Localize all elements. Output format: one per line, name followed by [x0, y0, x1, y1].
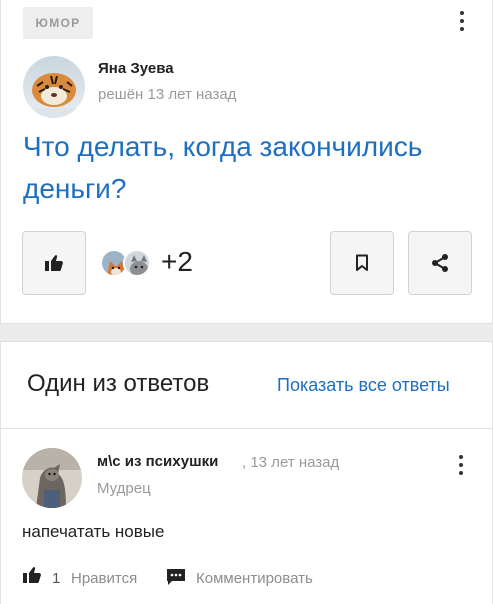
likers-extra-count[interactable]: +2	[161, 246, 193, 278]
answer-timestamp: , 13 лет назад	[242, 454, 340, 471]
question-status: решён 13 лет назад	[98, 86, 237, 103]
answer-like-button[interactable]	[22, 566, 42, 584]
share-icon	[432, 254, 448, 272]
answer-text: напечатать новые	[22, 522, 165, 541]
answer-author-name[interactable]: м\с из психушки	[97, 453, 218, 470]
comment-icon[interactable]	[166, 568, 186, 591]
bookmark-button[interactable]	[330, 231, 394, 295]
answers-heading: Один из ответов	[27, 370, 210, 397]
divider	[0, 428, 493, 429]
show-all-answers-link[interactable]: Показать все ответы	[277, 375, 450, 396]
answer-menu-icon[interactable]	[452, 453, 470, 477]
answer-like-label[interactable]: Нравится	[71, 570, 137, 587]
category-badge[interactable]: ЮМОР	[23, 7, 93, 39]
question-title[interactable]: Что делать, когда закончились деньги?	[23, 126, 483, 210]
share-button[interactable]	[408, 231, 472, 295]
answer-author-avatar[interactable]	[22, 448, 82, 508]
answer-author-rank: Мудрец	[97, 480, 151, 497]
like-button[interactable]	[22, 231, 86, 295]
thumbs-up-icon	[23, 567, 41, 583]
answer-like-count: 1	[52, 570, 61, 587]
comment-button-label[interactable]: Комментировать	[196, 570, 313, 587]
author-name[interactable]: Яна Зуева	[98, 60, 174, 77]
bookmark-icon	[356, 254, 368, 271]
question-menu-icon[interactable]	[453, 9, 471, 33]
liker-avatar[interactable]	[123, 249, 151, 277]
thumbs-up-icon	[45, 255, 63, 271]
question-card: ЮМОР Яна Зуева решён 13 лет назад Что де…	[0, 0, 493, 324]
author-avatar[interactable]	[23, 56, 85, 118]
